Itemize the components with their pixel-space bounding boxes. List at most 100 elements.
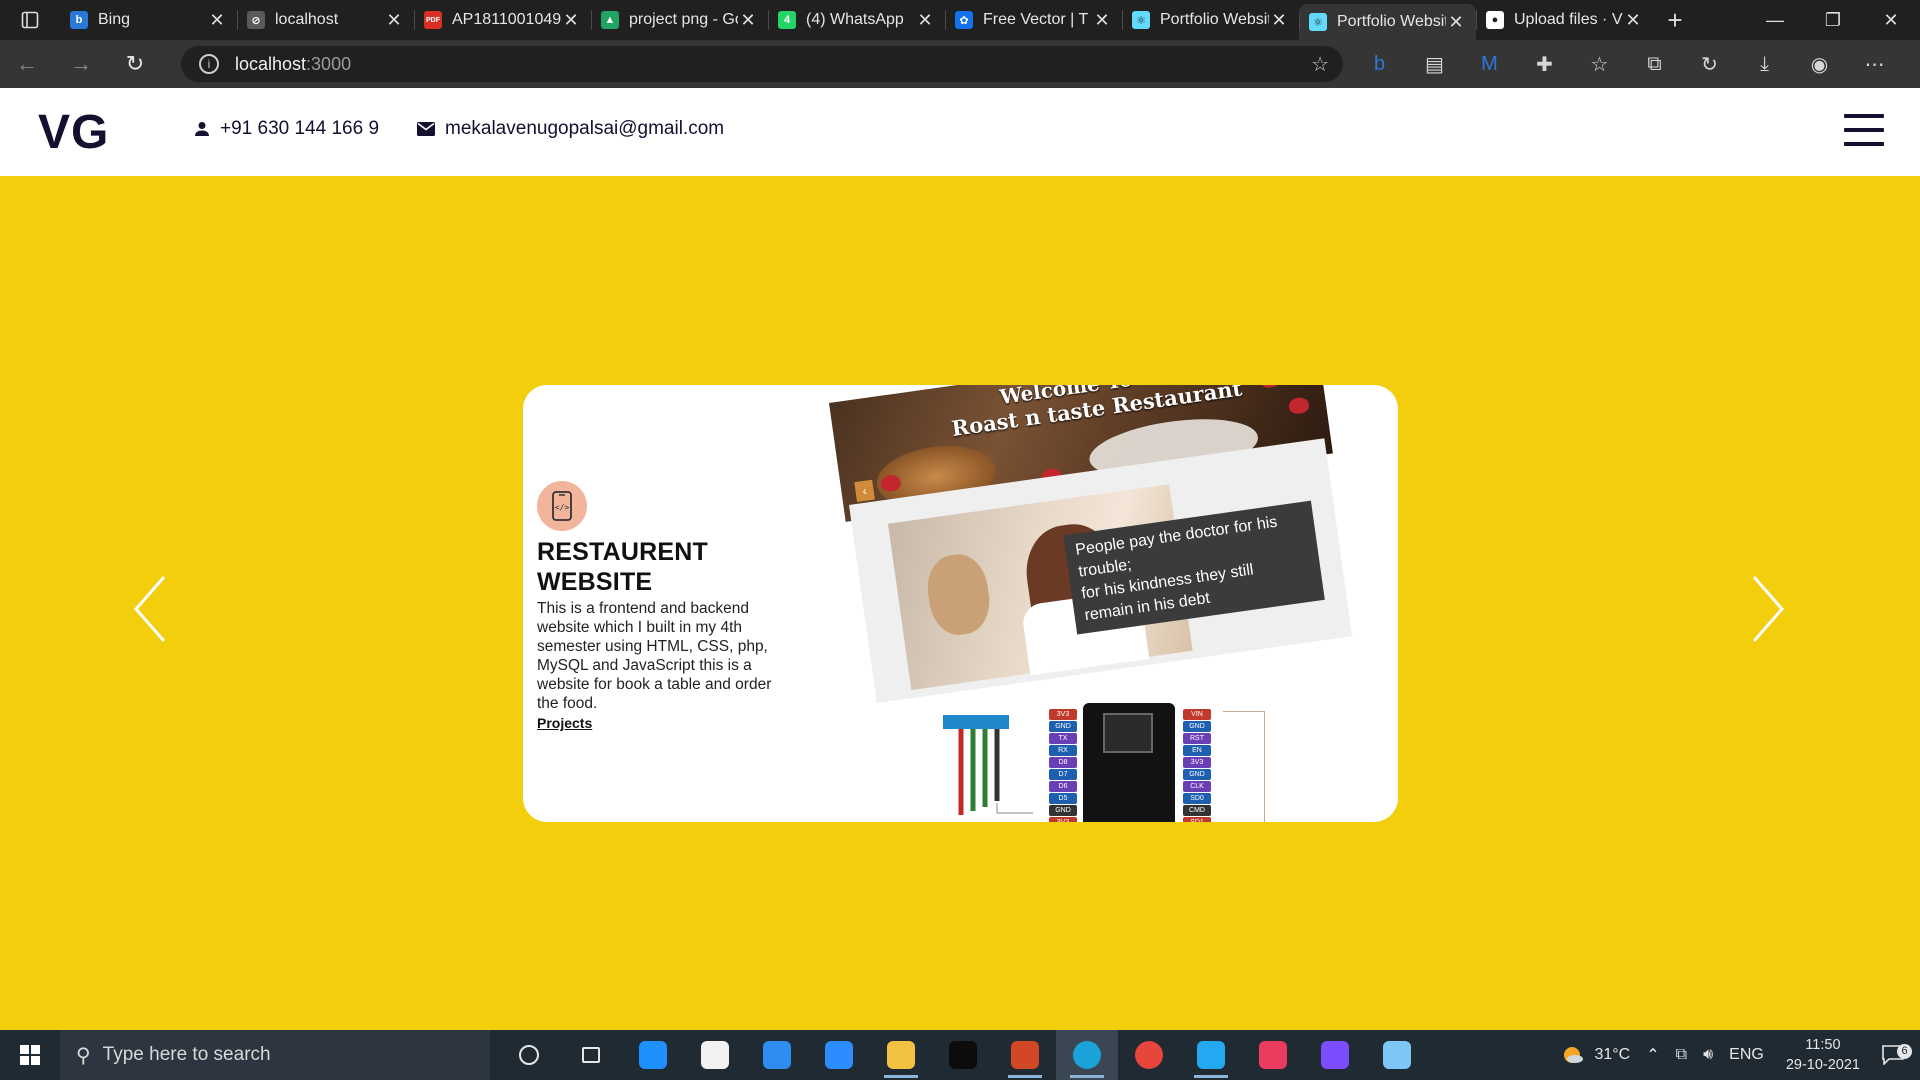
forward-button[interactable]: → — [54, 40, 108, 88]
restore-button[interactable]: ❐ — [1804, 0, 1862, 40]
carousel-next-icon[interactable] — [1738, 569, 1788, 649]
tab-close-icon[interactable]: ✕ — [738, 10, 758, 31]
tab-favicon-icon: ● — [1486, 11, 1504, 29]
svg-text:</>: </> — [555, 503, 570, 512]
address-bar[interactable]: i localhost:3000 ☆ — [181, 46, 1343, 82]
chrome-icon[interactable] — [1118, 1030, 1180, 1080]
browser-tab[interactable]: ⚛ Portfolio Website ✕ — [1122, 0, 1299, 40]
pin-label: GND — [1183, 769, 1211, 780]
pin-label: GND — [1049, 805, 1077, 816]
tab-close-icon[interactable]: ✕ — [1092, 10, 1112, 31]
cortana-icon[interactable] — [498, 1030, 560, 1080]
vscode-icon[interactable] — [1180, 1030, 1242, 1080]
project-info: </> RESTAURENT WEBSITE This is a fronten… — [537, 481, 797, 733]
pin-label: D6 — [1049, 781, 1077, 792]
extensions-puzzle-icon[interactable]: ✚ — [1517, 40, 1572, 88]
tab-favicon-icon: PDF — [424, 11, 442, 29]
tab-close-icon[interactable]: ✕ — [1446, 12, 1466, 33]
taskbar-search-input[interactable]: ⚲ Type here to search — [60, 1030, 490, 1080]
pin-label: GND — [1183, 721, 1211, 732]
phone-number: +91 630 144 166 9 — [220, 118, 380, 139]
git-icon[interactable] — [1304, 1030, 1366, 1080]
weather-widget[interactable]: 31°C — [1554, 1044, 1638, 1066]
tab-close-icon[interactable]: ✕ — [1269, 10, 1289, 31]
carousel-prev-icon[interactable] — [130, 569, 180, 649]
history-icon[interactable]: ↻ — [1682, 40, 1737, 88]
refresh-button[interactable]: ↻ — [108, 40, 162, 88]
clock-time: 11:50 — [1805, 1037, 1841, 1053]
browser-tab[interactable]: ⊘ localhost ✕ — [237, 0, 414, 40]
network-icon[interactable]: ⧉ — [1668, 1046, 1695, 1064]
browser-tab[interactable]: b Bing ✕ — [60, 0, 237, 40]
language-indicator[interactable]: ENG — [1721, 1046, 1772, 1064]
site-logo[interactable]: VG — [38, 105, 109, 160]
close-window-button[interactable]: ✕ — [1862, 0, 1920, 40]
zoom-icon[interactable] — [808, 1030, 870, 1080]
browser-tab[interactable]: ▲ project png - Google Drive✕ — [591, 0, 768, 40]
tab-close-icon[interactable]: ✕ — [1623, 10, 1643, 31]
volume-icon[interactable]: 🔊︎ — [1695, 1046, 1721, 1064]
pin-label: VIN — [1183, 709, 1211, 720]
clock[interactable]: 11:50 29-10-2021 — [1772, 1035, 1874, 1075]
tab-actions-icon[interactable] — [0, 0, 60, 40]
pin-label: 3V3 — [1049, 817, 1077, 822]
bing-chat-icon[interactable]: b — [1352, 40, 1407, 88]
notepad-icon[interactable] — [684, 1030, 746, 1080]
tab-close-icon[interactable]: ✕ — [561, 10, 581, 31]
email-contact[interactable]: mekalavenugopalsai@gmail.com — [417, 118, 724, 140]
favorites-icon[interactable]: ☆ — [1572, 40, 1627, 88]
show-hidden-icons[interactable]: ⌃ — [1638, 1045, 1667, 1065]
person-icon — [195, 122, 209, 136]
tab-title: Bing — [98, 11, 131, 28]
browser-tab[interactable]: 4 (4) WhatsApp ✕ — [768, 0, 945, 40]
notification-center-icon[interactable]: 6 — [1874, 1044, 1920, 1065]
tab-favicon-icon: ⚛ — [1309, 13, 1327, 31]
more-options-icon[interactable]: ⋯ — [1847, 40, 1902, 88]
browser-tab[interactable]: ✿ Free Vector | T ✕ — [945, 0, 1122, 40]
browser-tab[interactable]: ● Upload files · V ✕ — [1476, 0, 1653, 40]
task-view-icon[interactable] — [560, 1030, 622, 1080]
pin-label: D7 — [1049, 769, 1077, 780]
site-info-icon[interactable]: i — [199, 54, 219, 74]
nodemcu-board — [1083, 703, 1175, 822]
collections-stack-icon[interactable]: ▤ — [1407, 40, 1462, 88]
url-port: :3000 — [306, 53, 352, 74]
notification-count: 6 — [1897, 1044, 1912, 1059]
tab-title: Portfolio Website — [1337, 13, 1446, 30]
add-favorite-icon[interactable]: ☆ — [1311, 52, 1329, 77]
browser-tab[interactable]: ⚛ Portfolio Website ✕ — [1299, 4, 1476, 40]
pin-label: TX — [1049, 733, 1077, 744]
profile-avatar-icon[interactable]: ◉ — [1792, 40, 1847, 88]
phone-contact[interactable]: +91 630 144 166 9 — [194, 118, 379, 140]
email-address: mekalavenugopalsai@gmail.com — [445, 118, 725, 139]
notes-icon[interactable] — [1366, 1030, 1428, 1080]
tab-close-icon[interactable]: ✕ — [207, 10, 227, 31]
tab-title: Portfolio Website — [1160, 11, 1269, 28]
minimize-button[interactable]: — — [1746, 0, 1804, 40]
powerpoint-icon[interactable] — [994, 1030, 1056, 1080]
windows-start-icon[interactable] — [0, 1030, 60, 1080]
tab-close-icon[interactable]: ✕ — [384, 10, 404, 31]
edge-icon[interactable] — [1056, 1030, 1118, 1080]
new-tab-button[interactable]: + — [1653, 0, 1697, 40]
mail-icon[interactable] — [622, 1030, 684, 1080]
terminal-icon[interactable] — [932, 1030, 994, 1080]
browser-tab[interactable]: PDF AP1811001049 ✕ — [414, 0, 591, 40]
creative-cloud-icon[interactable] — [1242, 1030, 1304, 1080]
pin-label: SD0 — [1183, 793, 1211, 804]
downloads-icon[interactable]: ⤓ — [1737, 40, 1792, 88]
pin-label: D8 — [1049, 757, 1077, 768]
extension-m-icon[interactable]: M — [1462, 40, 1517, 88]
mobile-code-icon: </> — [537, 481, 587, 531]
back-button[interactable]: ← — [0, 40, 54, 88]
projects-link[interactable]: Projects — [537, 715, 592, 731]
project-carousel: </> RESTAURENT WEBSITE This is a fronten… — [0, 176, 1920, 1030]
tab-close-icon[interactable]: ✕ — [915, 10, 935, 31]
tab-title: Free Vector | T — [983, 11, 1089, 28]
hamburger-menu-icon[interactable] — [1844, 114, 1884, 146]
activity-icon[interactable] — [746, 1030, 808, 1080]
collections-icon[interactable]: ⧉ — [1627, 40, 1682, 88]
file-explorer-icon[interactable] — [870, 1030, 932, 1080]
windows-taskbar: ⚲ Type here to search 31°C ⌃ ⧉ 🔊︎ ENG 11… — [0, 1030, 1920, 1080]
window-controls: — ❐ ✕ — [1746, 0, 1920, 40]
